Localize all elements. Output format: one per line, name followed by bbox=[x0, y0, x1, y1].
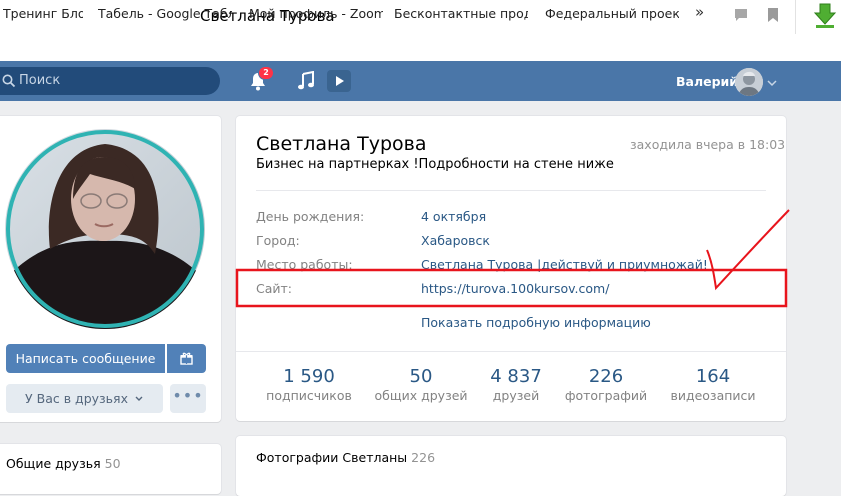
photos-header[interactable]: Фотографии Светланы 226 bbox=[256, 450, 435, 465]
info-value-city[interactable]: Хабаровск bbox=[421, 233, 490, 248]
info-value-website-link[interactable]: https://turova.100kursov.com/ bbox=[421, 281, 609, 296]
download-icon[interactable] bbox=[812, 2, 838, 30]
info-label-city: Город: bbox=[256, 233, 300, 248]
stat-label: фотографий bbox=[564, 388, 648, 403]
stat-videos[interactable]: 164 видеозаписи bbox=[658, 366, 768, 403]
common-friends-label: Общие друзья bbox=[6, 456, 101, 471]
info-label-website: Сайт: bbox=[256, 281, 293, 296]
music-icon[interactable] bbox=[297, 70, 315, 91]
info-label-birthday: День рождения: bbox=[256, 209, 365, 224]
bookmark-item[interactable]: Федеральный проект bbox=[545, 6, 679, 21]
friends-status-button[interactable]: У Вас в друзьях bbox=[6, 384, 163, 413]
show-more-info-link[interactable]: Показать подробную информацию bbox=[421, 315, 651, 330]
bookmark-item[interactable]: Табель - Google Табли bbox=[98, 6, 232, 21]
gift-icon bbox=[180, 352, 193, 365]
profile-avatar[interactable] bbox=[5, 129, 205, 329]
video-play-icon[interactable] bbox=[327, 70, 351, 92]
more-actions-button[interactable]: ••• bbox=[170, 384, 206, 413]
divider bbox=[236, 351, 786, 352]
common-friends-count: 50 bbox=[104, 456, 121, 471]
info-value-birthday[interactable]: 4 октября bbox=[421, 209, 486, 224]
info-value-work[interactable]: Светлана Турова |действуй и приумножай! bbox=[421, 257, 708, 272]
bookmark-icon[interactable] bbox=[767, 8, 779, 26]
search-icon bbox=[2, 73, 16, 88]
stat-number: 1 590 bbox=[283, 366, 335, 387]
divider bbox=[256, 190, 766, 191]
stat-number: 226 bbox=[588, 366, 624, 387]
bookmark-item[interactable]: Тренинг Блог bbox=[3, 6, 83, 21]
bookmarks-bar bbox=[0, 34, 841, 62]
photos-count: 226 bbox=[411, 450, 436, 465]
gift-button[interactable] bbox=[167, 344, 206, 373]
comment-icon[interactable] bbox=[734, 8, 748, 26]
chevron-down-icon[interactable] bbox=[766, 74, 778, 87]
stat-number: 164 bbox=[695, 366, 731, 387]
common-friends-header[interactable]: Общие друзья 50 bbox=[6, 456, 121, 471]
bookmark-item[interactable]: Бесконтактные прода bbox=[394, 6, 528, 21]
stat-label: подписчиков bbox=[266, 388, 352, 403]
notification-badge: 2 bbox=[259, 67, 273, 79]
stat-followers[interactable]: 1 590 подписчиков bbox=[254, 366, 364, 403]
profile-status: Бизнес на партнерках !Подробности на сте… bbox=[256, 157, 614, 172]
bookmark-item[interactable]: Мой профиль - Zoom bbox=[249, 6, 383, 21]
stat-number: 50 bbox=[409, 366, 433, 387]
photos-panel bbox=[236, 436, 786, 496]
profile-name: Светлана Турова bbox=[256, 133, 427, 155]
stat-common-friends[interactable]: 50 общих друзей bbox=[366, 366, 476, 403]
info-label-work: Место работы: bbox=[256, 257, 353, 272]
toolbar-divider bbox=[795, 0, 796, 34]
send-message-button[interactable]: Написать сообщение bbox=[6, 344, 165, 373]
friends-status-label: У Вас в друзьях bbox=[25, 391, 128, 406]
stat-photos[interactable]: 226 фотографий bbox=[551, 366, 661, 403]
photos-title: Фотографии Светланы bbox=[256, 450, 408, 465]
header-user-name[interactable]: Валерий bbox=[676, 74, 738, 89]
chevron-down-icon bbox=[135, 396, 143, 401]
header-avatar[interactable] bbox=[735, 68, 763, 96]
last-seen-status: заходила вчера в 18:03 bbox=[630, 137, 786, 152]
stat-label: видеозаписи bbox=[670, 388, 756, 403]
stat-label: общих друзей bbox=[374, 388, 468, 403]
search-placeholder: Поиск bbox=[19, 73, 61, 88]
bookmarks-more-button[interactable]: » bbox=[695, 3, 704, 21]
